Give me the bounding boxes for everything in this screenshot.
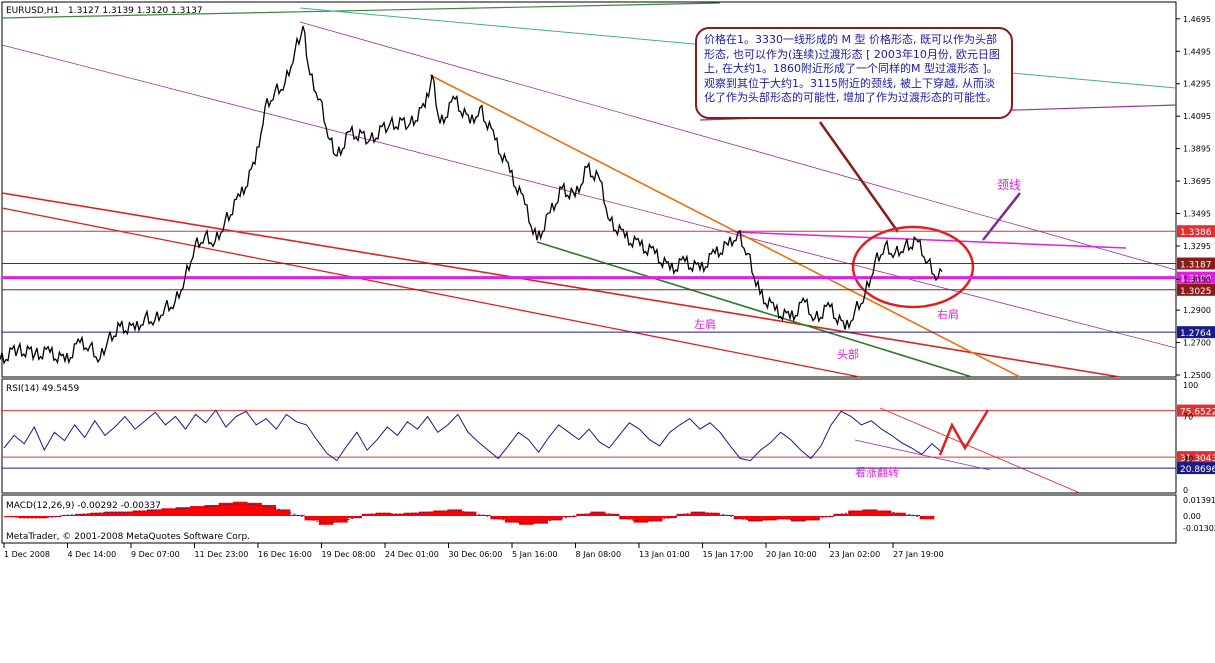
x-tick-label-4: 16 Dec 16:00 xyxy=(258,550,312,559)
left-shoulder-label: 左肩 xyxy=(694,317,716,331)
main-chart-ohlc: 1.3127 1.3139 1.3120 1.3137 xyxy=(68,6,203,16)
y-tick-label-5: 1.3695 xyxy=(1183,177,1211,186)
macd-bar-35 xyxy=(504,516,520,523)
y-tick-label-9: 1.2900 xyxy=(1183,306,1211,315)
head-label: 头部 xyxy=(837,347,859,361)
macd-y-tick-0: 0.01391 xyxy=(1183,496,1215,505)
macd-bar-22 xyxy=(318,516,334,525)
x-tick-label-14: 27 Jan 19:00 xyxy=(893,550,944,559)
macd-bar-34 xyxy=(490,516,506,520)
level-tag-label-0: 1.3386 xyxy=(1180,228,1212,238)
chart-canvas: 1.33861.31871.31001.30251.2764 75.652231… xyxy=(0,1,1215,559)
rsi-y-tick-2: 30 xyxy=(1183,455,1193,464)
analysis-note: 价格在1。3330一线形成的 M 型 价格形态, 既可以作为头部形态, 也可以作… xyxy=(695,27,1013,119)
x-tick-label-3: 11 Dec 23:00 xyxy=(195,550,249,559)
y-tick-label-8: 1.3090 xyxy=(1183,275,1211,284)
rsi-level-tag-label-2: 20.8696 xyxy=(1180,465,1215,475)
x-tick-label-1: 4 Dec 14:00 xyxy=(68,550,117,559)
y-tick-label-2: 1.4295 xyxy=(1183,80,1211,89)
x-tick-label-2: 9 Dec 07:00 xyxy=(131,550,180,559)
right-shoulder-label: 右肩 xyxy=(937,307,959,321)
y-tick-label-0: 1.4695 xyxy=(1183,15,1211,24)
rsi-reversal-label: 看涨翻转 xyxy=(855,465,899,479)
y-tick-label-10: 1.2700 xyxy=(1183,339,1211,348)
macd-y-tick-1: 0.00 xyxy=(1183,512,1201,521)
rsi-y-tick-3: 0 xyxy=(1183,486,1188,495)
macd-bar-32 xyxy=(461,511,477,516)
watermark: MetaTrader, © 2001-2008 MetaQuotes Softw… xyxy=(6,532,250,542)
y-tick-label-7: 1.3295 xyxy=(1183,242,1211,251)
y-tick-label-1: 1.4495 xyxy=(1183,47,1211,56)
macd-bar-37 xyxy=(533,516,548,524)
rsi-y-tick-0: 100 xyxy=(1183,381,1198,390)
x-tick-label-0: 1 Dec 2008 xyxy=(4,550,50,559)
x-tick-label-13: 23 Jan 02:00 xyxy=(830,550,881,559)
x-tick-label-7: 30 Dec 06:00 xyxy=(449,550,503,559)
x-tick-label-10: 13 Jan 01:00 xyxy=(639,550,690,559)
neckline-label: 颈线 xyxy=(997,178,1021,192)
y-tick-label-11: 1.2500 xyxy=(1183,371,1211,380)
y-tick-label-3: 1.4095 xyxy=(1183,112,1211,121)
macd-title: MACD(12,26,9) -0.00292 -0.00337 xyxy=(6,501,161,511)
macd-y-tick-2: -0.01302 xyxy=(1183,524,1215,533)
x-tick-label-8: 5 Jan 16:00 xyxy=(512,550,558,559)
level-tag-label-1: 1.3187 xyxy=(1180,261,1212,271)
macd-bar-17 xyxy=(247,502,262,516)
y-tick-label-4: 1.3895 xyxy=(1183,145,1211,154)
macd-bar-59 xyxy=(848,510,863,516)
level-tag-label-3: 1.3025 xyxy=(1180,287,1212,297)
y-tick-label-6: 1.3495 xyxy=(1183,210,1211,219)
rsi-y-tick-1: 70 xyxy=(1183,413,1193,422)
main-chart-title: EURUSD,H1 xyxy=(6,6,59,16)
macd-bar-46 xyxy=(662,516,677,519)
macd-bar-61 xyxy=(876,510,892,516)
rsi-title: RSI(14) 49.5459 xyxy=(6,384,79,394)
macd-bar-18 xyxy=(261,505,277,516)
x-tick-label-12: 20 Jan 10:00 xyxy=(766,550,817,559)
x-tick-label-6: 24 Dec 01:00 xyxy=(385,550,439,559)
macd-bar-45 xyxy=(647,516,663,522)
x-tick-label-5: 19 Dec 08:00 xyxy=(322,550,376,559)
x-tick-label-9: 8 Jan 08:00 xyxy=(576,550,622,559)
x-tick-label-11: 15 Jan 17:00 xyxy=(703,550,754,559)
macd-bar-43 xyxy=(619,516,634,520)
